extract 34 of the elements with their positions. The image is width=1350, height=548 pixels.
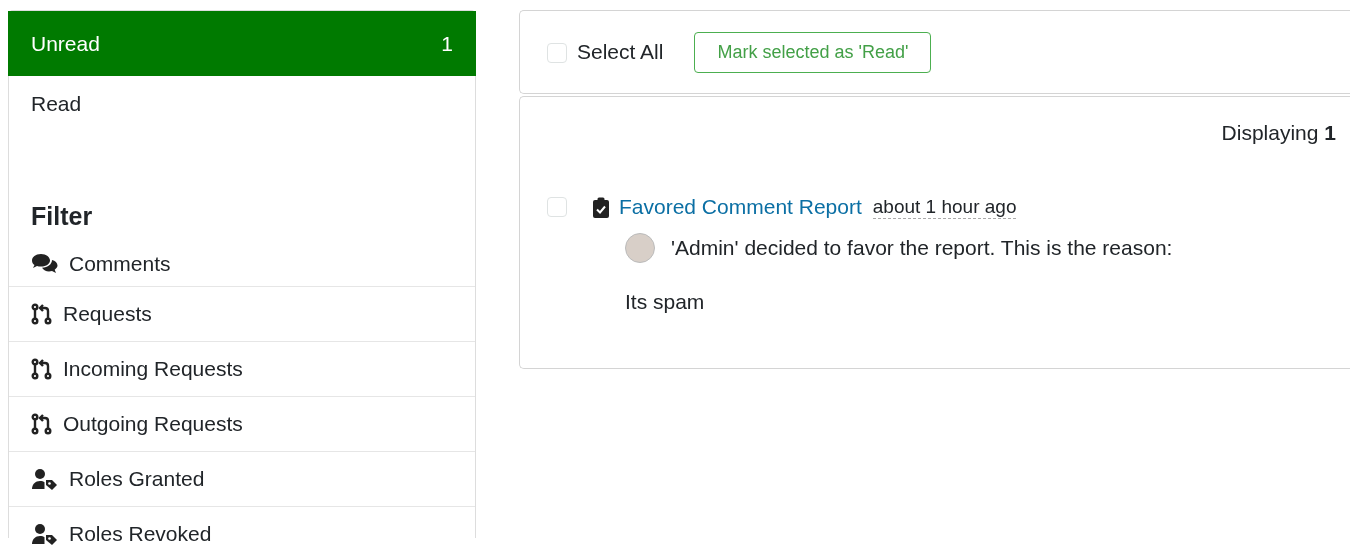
notification-title-link[interactable]: Favored Comment Report [619,195,862,219]
chat-bubbles-icon [31,252,59,275]
filter-label: Comments [69,251,171,276]
filter-label: Roles Granted [69,467,205,491]
displaying-count: Displaying 1 [1220,121,1336,145]
sidebar-item[interactable]: Read [9,76,475,131]
filter-item[interactable]: Roles Granted [9,451,475,506]
filter-item[interactable]: Requests [9,286,475,341]
pull-request-icon [31,358,53,380]
item-label: Read [31,91,82,116]
notification-message: 'Admin' decided to favor the report. This is the reason: [671,236,1173,260]
user-tag-icon [31,468,59,490]
filter-label: Requests [63,302,152,326]
filter-label: Outgoing Requests [63,412,243,436]
timestamp: about 1 hour ago [872,195,1017,219]
report-reason: Its spam [625,290,706,314]
item-label: Unread [31,31,100,56]
sidebar-item[interactable]: Unread 1 [8,11,476,76]
filter-item[interactable]: Incoming Requests [9,341,475,396]
filter-heading: Filter [30,201,94,232]
select-all-checkbox[interactable] [547,43,567,63]
filter-label: Roles Revoked [69,522,212,546]
avatar [625,233,655,263]
user-tag-icon [31,523,59,545]
pull-request-icon [31,303,53,325]
filter-item[interactable]: Comments [9,241,475,286]
filter-item[interactable]: Roles Revoked [9,506,475,548]
notification-checkbox[interactable] [547,197,567,217]
unread-count: 1 [441,31,453,56]
filter-label: Incoming Requests [63,357,243,381]
select-all-label: Select All [577,40,664,64]
pull-request-icon [31,413,53,435]
clipboard-check-icon [593,196,609,218]
filter-item[interactable]: Outgoing Requests [9,396,475,451]
